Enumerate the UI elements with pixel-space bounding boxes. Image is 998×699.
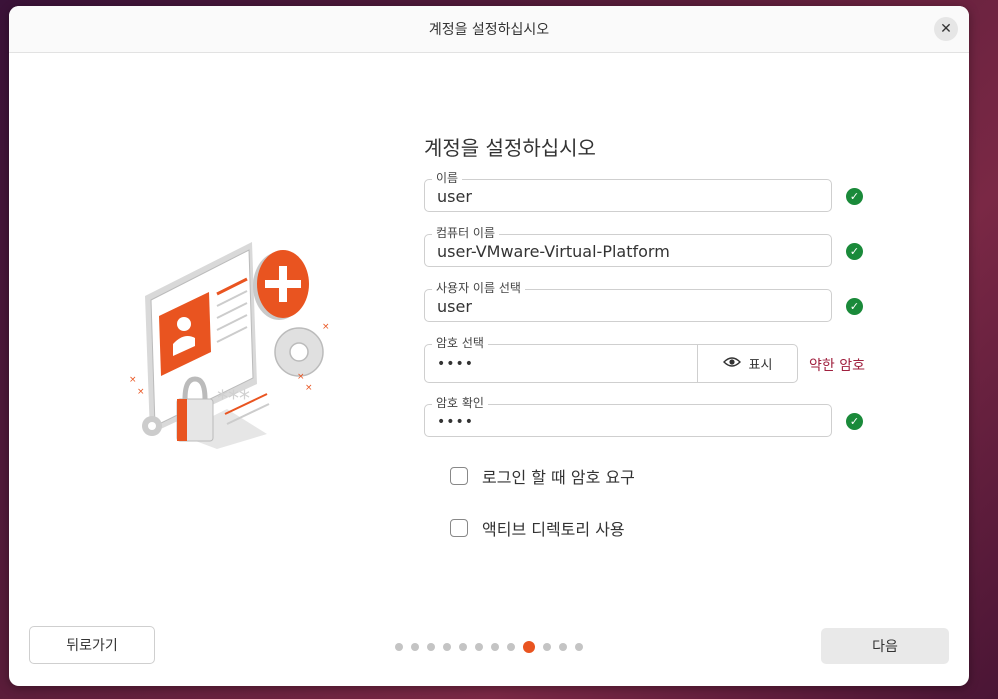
confirm-password-field[interactable]: 암호 확인 •••• — [424, 396, 832, 437]
svg-text:×: × — [322, 322, 330, 332]
account-illustration: *** × × × × × — [117, 234, 342, 453]
active-directory-checkbox[interactable] — [450, 519, 468, 537]
show-password-button[interactable]: 표시 — [697, 345, 797, 382]
password-strength: 약한 암호 — [809, 358, 865, 374]
step-dot-active — [523, 641, 535, 653]
step-dot — [459, 643, 467, 651]
computer-name-field[interactable]: 컴퓨터 이름 user-VMware-Virtual-Platform — [424, 226, 832, 267]
require-password-option[interactable]: 로그인 할 때 암호 요구 — [450, 464, 635, 488]
confirm-password-valid-icon: ✓ — [846, 413, 863, 430]
username-value: user — [437, 297, 472, 316]
svg-text:×: × — [137, 387, 145, 397]
username-label: 사용자 이름 선택 — [432, 281, 525, 295]
step-dot — [491, 643, 499, 651]
active-directory-option[interactable]: 액티브 디렉토리 사용 — [450, 516, 625, 540]
back-button[interactable]: 뒤로가기 — [29, 626, 155, 664]
require-password-label: 로그인 할 때 암호 요구 — [482, 468, 635, 487]
username-field[interactable]: 사용자 이름 선택 user — [424, 281, 832, 322]
step-dot — [427, 643, 435, 651]
step-dot — [575, 643, 583, 651]
installer-window: 계정을 설정하십시오 ✕ *** × × × × × 계정을 설정하십시오 이름… — [9, 6, 969, 686]
step-indicator — [395, 641, 583, 653]
step-dot — [395, 643, 403, 651]
password-value: •••• — [437, 356, 475, 372]
svg-text:×: × — [129, 375, 137, 385]
name-value: user — [437, 187, 472, 206]
computer-name-label: 컴퓨터 이름 — [432, 226, 500, 240]
title-bar: 계정을 설정하십시오 ✕ — [9, 6, 969, 53]
step-dot — [475, 643, 483, 651]
active-directory-label: 액티브 디렉토리 사용 — [482, 520, 625, 539]
require-password-checkbox[interactable] — [450, 467, 468, 485]
computer-name-valid-icon: ✓ — [846, 243, 863, 260]
next-button[interactable]: 다음 — [821, 628, 949, 664]
step-dot — [443, 643, 451, 651]
step-dot — [411, 643, 419, 651]
step-dot — [559, 643, 567, 651]
password-field[interactable]: 암호 선택 •••• 표시 — [424, 336, 798, 383]
password-label: 암호 선택 — [432, 336, 488, 350]
page-title: 계정을 설정하십시오 — [424, 136, 596, 160]
eye-icon — [722, 356, 741, 372]
svg-text:×: × — [305, 383, 313, 393]
name-field[interactable]: 이름 user — [424, 171, 832, 212]
confirm-password-value: •••• — [437, 414, 475, 430]
close-icon: ✕ — [940, 21, 952, 37]
svg-text:×: × — [297, 372, 305, 382]
computer-name-value: user-VMware-Virtual-Platform — [437, 242, 670, 261]
svg-text:***: *** — [217, 387, 250, 412]
step-dot — [507, 643, 515, 651]
show-password-label: 표시 — [748, 358, 773, 373]
name-label: 이름 — [432, 171, 463, 185]
confirm-password-label: 암호 확인 — [432, 396, 488, 410]
step-dot — [543, 643, 551, 651]
window-title: 계정을 설정하십시오 — [428, 22, 550, 38]
name-valid-icon: ✓ — [846, 188, 863, 205]
close-button[interactable]: ✕ — [934, 17, 958, 41]
username-valid-icon: ✓ — [846, 298, 863, 315]
